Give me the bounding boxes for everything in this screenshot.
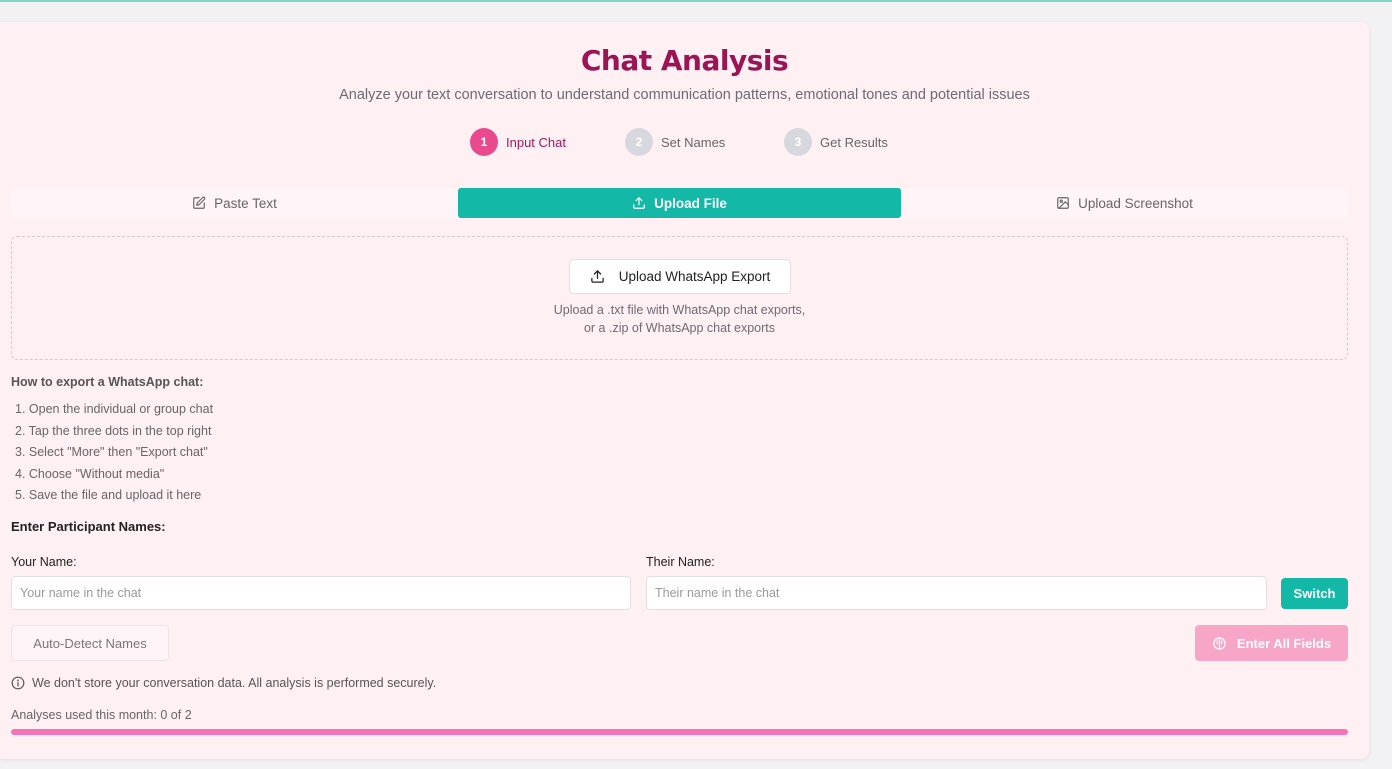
upload-icon: [590, 269, 605, 284]
progress-stepper: 1 Input Chat 2 Set Names 3 Get Results: [0, 128, 1369, 156]
step-label: Input Chat: [506, 134, 566, 150]
usage-progress-bar: [11, 729, 1348, 735]
their-name-label: Their Name:: [646, 555, 715, 569]
image-icon: [1056, 196, 1070, 210]
brain-icon: [1212, 636, 1227, 651]
your-name-label: Your Name:: [11, 555, 77, 569]
your-name-input[interactable]: [11, 576, 631, 610]
tab-upload-file[interactable]: Upload File: [458, 188, 901, 218]
upload-hint-line: or a .zip of WhatsApp chat exports: [583, 321, 776, 335]
tab-upload-screenshot[interactable]: Upload Screenshot: [901, 188, 1348, 218]
upload-icon: [632, 196, 646, 210]
usage-text: Analyses used this month: 0 of 2: [11, 708, 192, 722]
their-name-input[interactable]: [646, 576, 1267, 610]
file-dropzone[interactable]: Upload WhatsApp Export Upload a .txt fil…: [11, 236, 1348, 360]
usage-progress-fill: [11, 729, 1348, 735]
switch-names-button[interactable]: Switch: [1281, 578, 1348, 609]
edit-icon: [192, 196, 206, 210]
chat-analysis-card: Chat Analysis Analyze your text conversa…: [0, 22, 1369, 759]
upload-hint: Upload a .txt file with WhatsApp chat ex…: [12, 301, 1347, 337]
list-item: 1. Open the individual or group chat: [15, 402, 214, 416]
page-subtitle: Analyze your text conversation to unders…: [339, 87, 1030, 103]
privacy-note: We don't store your conversation data. A…: [11, 676, 436, 690]
list-item: 2. Tap the three dots in the top right: [15, 423, 212, 438]
step-number-badge: 3: [784, 128, 812, 156]
howto-steps-list: 1. Open the individual or group chat 2. …: [15, 399, 213, 507]
page-title: Chat Analysis: [580, 44, 789, 77]
info-icon: [11, 676, 25, 690]
analyze-button[interactable]: Enter All Fields: [1195, 625, 1348, 661]
upload-hint-line: Upload a .txt file with WhatsApp chat ex…: [553, 303, 806, 317]
step-set-names: 2 Set Names: [625, 128, 725, 156]
step-label: Set Names: [661, 134, 726, 150]
step-label: Get Results: [820, 134, 888, 150]
list-item: 4. Choose "Without media": [15, 466, 165, 481]
list-item: 3. Select "More" then "Export chat": [15, 445, 208, 459]
tab-label: Upload File: [654, 195, 727, 211]
step-number-badge: 1: [470, 128, 498, 156]
top-accent-line: [0, 0, 1392, 2]
tab-label: Upload Screenshot: [1078, 195, 1193, 211]
privacy-text: We don't store your conversation data. A…: [32, 676, 437, 690]
tab-paste-text[interactable]: Paste Text: [11, 188, 458, 218]
howto-title: How to export a WhatsApp chat:: [11, 375, 204, 389]
step-get-results: 3 Get Results: [784, 128, 888, 156]
tab-label: Paste Text: [214, 195, 277, 211]
step-number-badge: 2: [625, 128, 653, 156]
upload-whatsapp-export-button[interactable]: Upload WhatsApp Export: [569, 259, 791, 294]
auto-detect-names-button[interactable]: Auto-Detect Names: [11, 625, 169, 661]
list-item: 5. Save the file and upload it here: [15, 488, 202, 502]
participants-title: Enter Participant Names:: [11, 519, 166, 534]
upload-button-label: Upload WhatsApp Export: [618, 269, 771, 284]
step-input-chat: 1 Input Chat: [470, 128, 566, 156]
input-method-tabs: Paste Text Upload File Upload Screenshot: [11, 188, 1348, 218]
analyze-button-label: Enter All Fields: [1236, 635, 1332, 651]
